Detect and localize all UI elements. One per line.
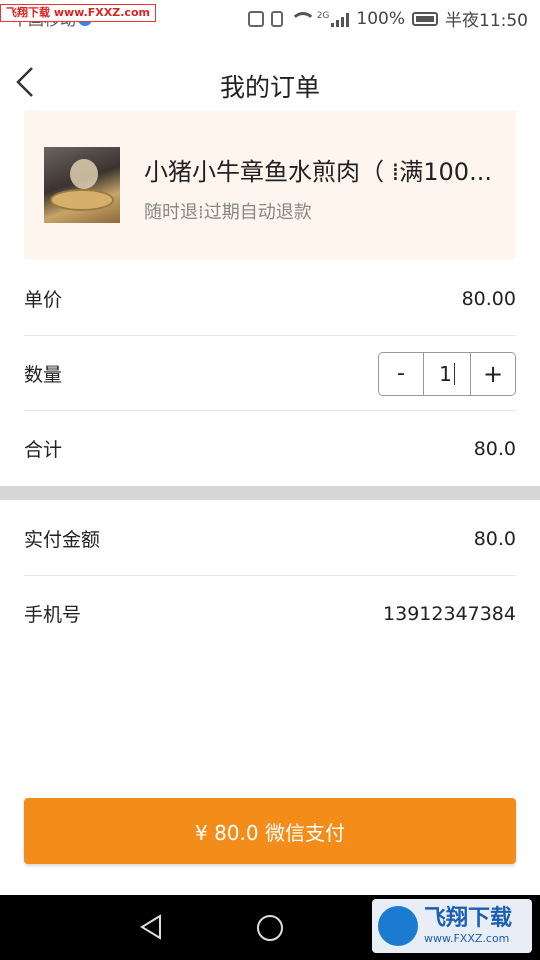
signal-icon: 2G	[317, 11, 350, 27]
clock: 半夜11:50	[445, 11, 528, 31]
subtotal-value: 80.0	[473, 437, 516, 460]
quantity-row: 数量 - 1 +	[24, 336, 516, 411]
status-bar: 中国移动 飞翔下载 www.FXXZ.com 2G 100% 半夜11:50	[0, 0, 540, 36]
unit-price-value: 80.00	[461, 287, 516, 310]
unit-price-label: 单价	[24, 289, 63, 311]
network-type: 2G	[316, 10, 330, 21]
watermark-logo: 飞翔下载 www.FXXZ.com	[372, 899, 532, 953]
logo-icon	[378, 906, 418, 946]
battery-percent: 100%	[356, 8, 405, 29]
section-separator	[0, 486, 540, 500]
nav-back-icon[interactable]	[138, 913, 164, 941]
product-name: 小猪小牛章鱼水煎肉（ ⁞满100...	[144, 158, 492, 186]
battery-icon	[412, 11, 438, 26]
actual-payment-label: 实付金额	[24, 529, 101, 551]
increase-button[interactable]: +	[470, 352, 515, 395]
quantity-value: 1	[439, 361, 452, 386]
actual-payment-value: 80.0	[473, 527, 516, 550]
nfc-icon	[247, 10, 264, 27]
wifi-icon	[289, 11, 316, 26]
watermark-badge: 飞翔下载 www.FXXZ.com	[0, 4, 156, 22]
watermark-brand: 飞翔下载	[424, 906, 513, 931]
quantity-input[interactable]: 1	[424, 352, 470, 395]
page-title: 我的订单	[219, 73, 320, 102]
status-icons: 2G 100% 半夜11:50	[247, 6, 528, 31]
subtotal-label: 合计	[24, 439, 63, 461]
wechat-pay-button[interactable]: ¥ 80.0 微信支付	[24, 798, 516, 864]
vibrate-icon	[270, 10, 283, 27]
product-card[interactable]: 小猪小牛章鱼水煎肉（ ⁞满100... 随时退⁞过期自动退款	[24, 110, 516, 260]
decrease-button[interactable]: -	[379, 352, 424, 395]
unit-price-row: 单价 80.00	[24, 261, 516, 336]
system-nav-bar: 飞翔下载 www.FXXZ.com	[0, 895, 540, 960]
product-tags: 随时退⁞过期自动退款	[144, 202, 312, 223]
nav-home-icon[interactable]	[257, 915, 283, 941]
watermark-url: www.FXXZ.com	[424, 932, 510, 945]
subtotal-row: 合计 80.0	[24, 411, 516, 486]
phone-label: 手机号	[24, 604, 82, 626]
text-cursor	[453, 362, 455, 385]
actual-payment-row: 实付金额 80.0	[24, 501, 516, 576]
phone-value: 13912347384	[383, 602, 516, 625]
quantity-stepper: - 1 +	[378, 351, 516, 396]
phone-row[interactable]: 手机号 13912347384	[24, 576, 516, 651]
product-image	[44, 147, 120, 223]
quantity-label: 数量	[24, 364, 63, 386]
